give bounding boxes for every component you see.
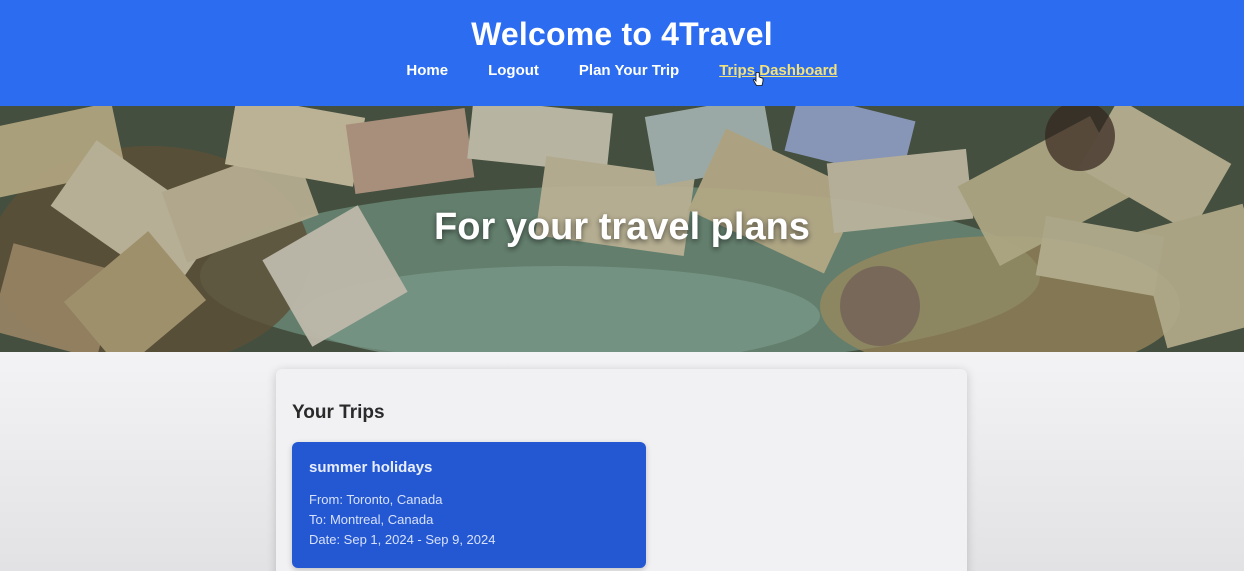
trips-panel: Your Trips summer holidays From: Toronto…	[276, 369, 967, 571]
hero-title: For your travel plans	[434, 206, 810, 248]
site-title: Welcome to 4Travel	[471, 16, 773, 52]
main-content: Your Trips summer holidays From: Toronto…	[0, 352, 1244, 571]
hero-banner: For your travel plans	[0, 106, 1244, 352]
trips-heading: Your Trips	[292, 402, 385, 423]
nav-trips-dashboard-link[interactable]: Trips Dashboard	[719, 62, 837, 79]
trip-card[interactable]: summer holidays From: Toronto, Canada To…	[292, 442, 646, 568]
trip-from: From: Toronto, Canada	[309, 492, 443, 507]
nav-home-link[interactable]: Home	[406, 62, 448, 79]
trip-name: summer holidays	[309, 459, 433, 476]
nav-plan-your-trip-link[interactable]: Plan Your Trip	[579, 62, 679, 79]
main-nav: Home Logout Plan Your Trip Trips Dashboa…	[0, 62, 1244, 79]
hand-cursor-icon	[752, 72, 764, 86]
nav-logout-link[interactable]: Logout	[488, 62, 539, 79]
site-header: Welcome to 4Travel Home Logout Plan Your…	[0, 0, 1244, 106]
trip-to: To: Montreal, Canada	[309, 512, 434, 527]
trip-date: Date: Sep 1, 2024 - Sep 9, 2024	[309, 532, 496, 547]
